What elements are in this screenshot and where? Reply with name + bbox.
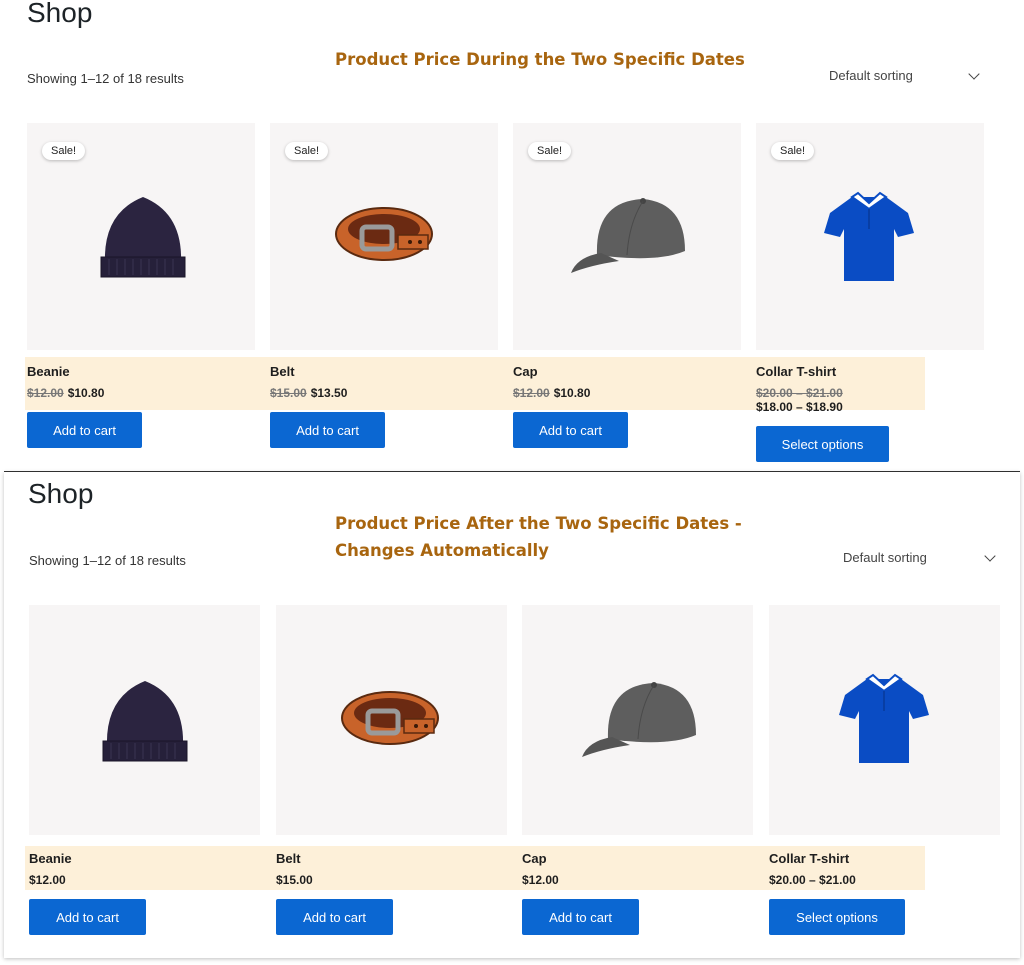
product-name[interactable]: Collar T-shirt [769,851,849,866]
sale-badge: Sale! [771,142,815,160]
product-price: $12.00 [522,873,559,887]
product-price: $12.00 [29,873,66,887]
sorting-label: Default sorting [843,550,927,565]
sorting-label: Default sorting [829,68,913,83]
product-image[interactable] [522,605,753,835]
sale-price: $10.80 [67,386,105,400]
belt-icon [335,207,433,261]
sale-badge: Sale! [528,142,572,160]
cap-icon [571,198,685,273]
product-name[interactable]: Belt [276,851,301,866]
product-price: $15.00 [276,873,313,887]
product-price: $12.00 $10.80 [27,386,104,400]
select-options-button[interactable]: Select options [756,426,889,462]
tshirt-icon [824,191,914,281]
results-count: Showing 1–12 of 18 results [27,71,184,86]
sale-price: $10.80 [553,386,591,400]
shop-panel-during-sale: Shop Product Price During the Two Specif… [4,0,1020,472]
sale-price: $13.50 [310,386,348,400]
cap-icon [582,682,696,757]
product-name[interactable]: Cap [513,364,538,379]
add-to-cart-button[interactable]: Add to cart [270,412,385,448]
add-to-cart-button[interactable]: Add to cart [522,899,639,935]
page-title: Shop [28,478,94,509]
annotation-caption: Product Price After the Two Specific Dat… [335,510,742,564]
beanie-icon [102,681,188,762]
add-to-cart-button[interactable]: Add to cart [29,899,146,935]
belt-icon [341,691,439,745]
product-name[interactable]: Cap [522,851,547,866]
sale-badge: Sale! [42,142,86,160]
tshirt-icon [839,673,929,763]
select-options-button[interactable]: Select options [769,899,905,935]
product-image[interactable]: Sale! [270,123,498,350]
beanie-icon [100,197,186,278]
product-name[interactable]: Beanie [29,851,72,866]
chevron-down-icon [968,68,980,80]
product-name[interactable]: Belt [270,364,295,379]
product-price: $18.00 – $18.90 [756,400,843,414]
add-to-cart-button[interactable]: Add to cart [27,412,142,448]
product-image[interactable] [29,605,260,835]
shop-panel-after-sale: Shop Product Price After the Two Specifi… [4,472,1020,958]
chevron-down-icon [984,550,996,562]
product-image[interactable]: Sale! [27,123,255,350]
product-price: $12.00 $10.80 [513,386,590,400]
annotation-line: Changes Automatically [335,541,549,560]
product-name[interactable]: Beanie [27,364,70,379]
results-count: Showing 1–12 of 18 results [29,553,186,568]
annotation-caption: Product Price During the Two Specific Da… [335,50,745,69]
old-price: $20.00 – $21.00 [756,386,843,400]
page-title: Shop [27,0,93,28]
old-price: $12.00 [27,386,64,400]
product-price: $15.00 $13.50 [270,386,347,400]
add-to-cart-button[interactable]: Add to cart [276,899,393,935]
annotation-line: Product Price After the Two Specific Dat… [335,514,742,533]
product-name[interactable]: Collar T-shirt [756,364,836,379]
product-image[interactable] [769,605,1000,835]
product-image[interactable]: Sale! [756,123,984,350]
sale-badge: Sale! [285,142,329,160]
product-image[interactable]: Sale! [513,123,741,350]
add-to-cart-button[interactable]: Add to cart [513,412,628,448]
old-price: $12.00 [513,386,550,400]
old-price: $15.00 [270,386,307,400]
product-image[interactable] [276,605,507,835]
product-price: $20.00 – $21.00 [769,873,856,887]
product-old-price: $20.00 – $21.00 [756,386,847,400]
